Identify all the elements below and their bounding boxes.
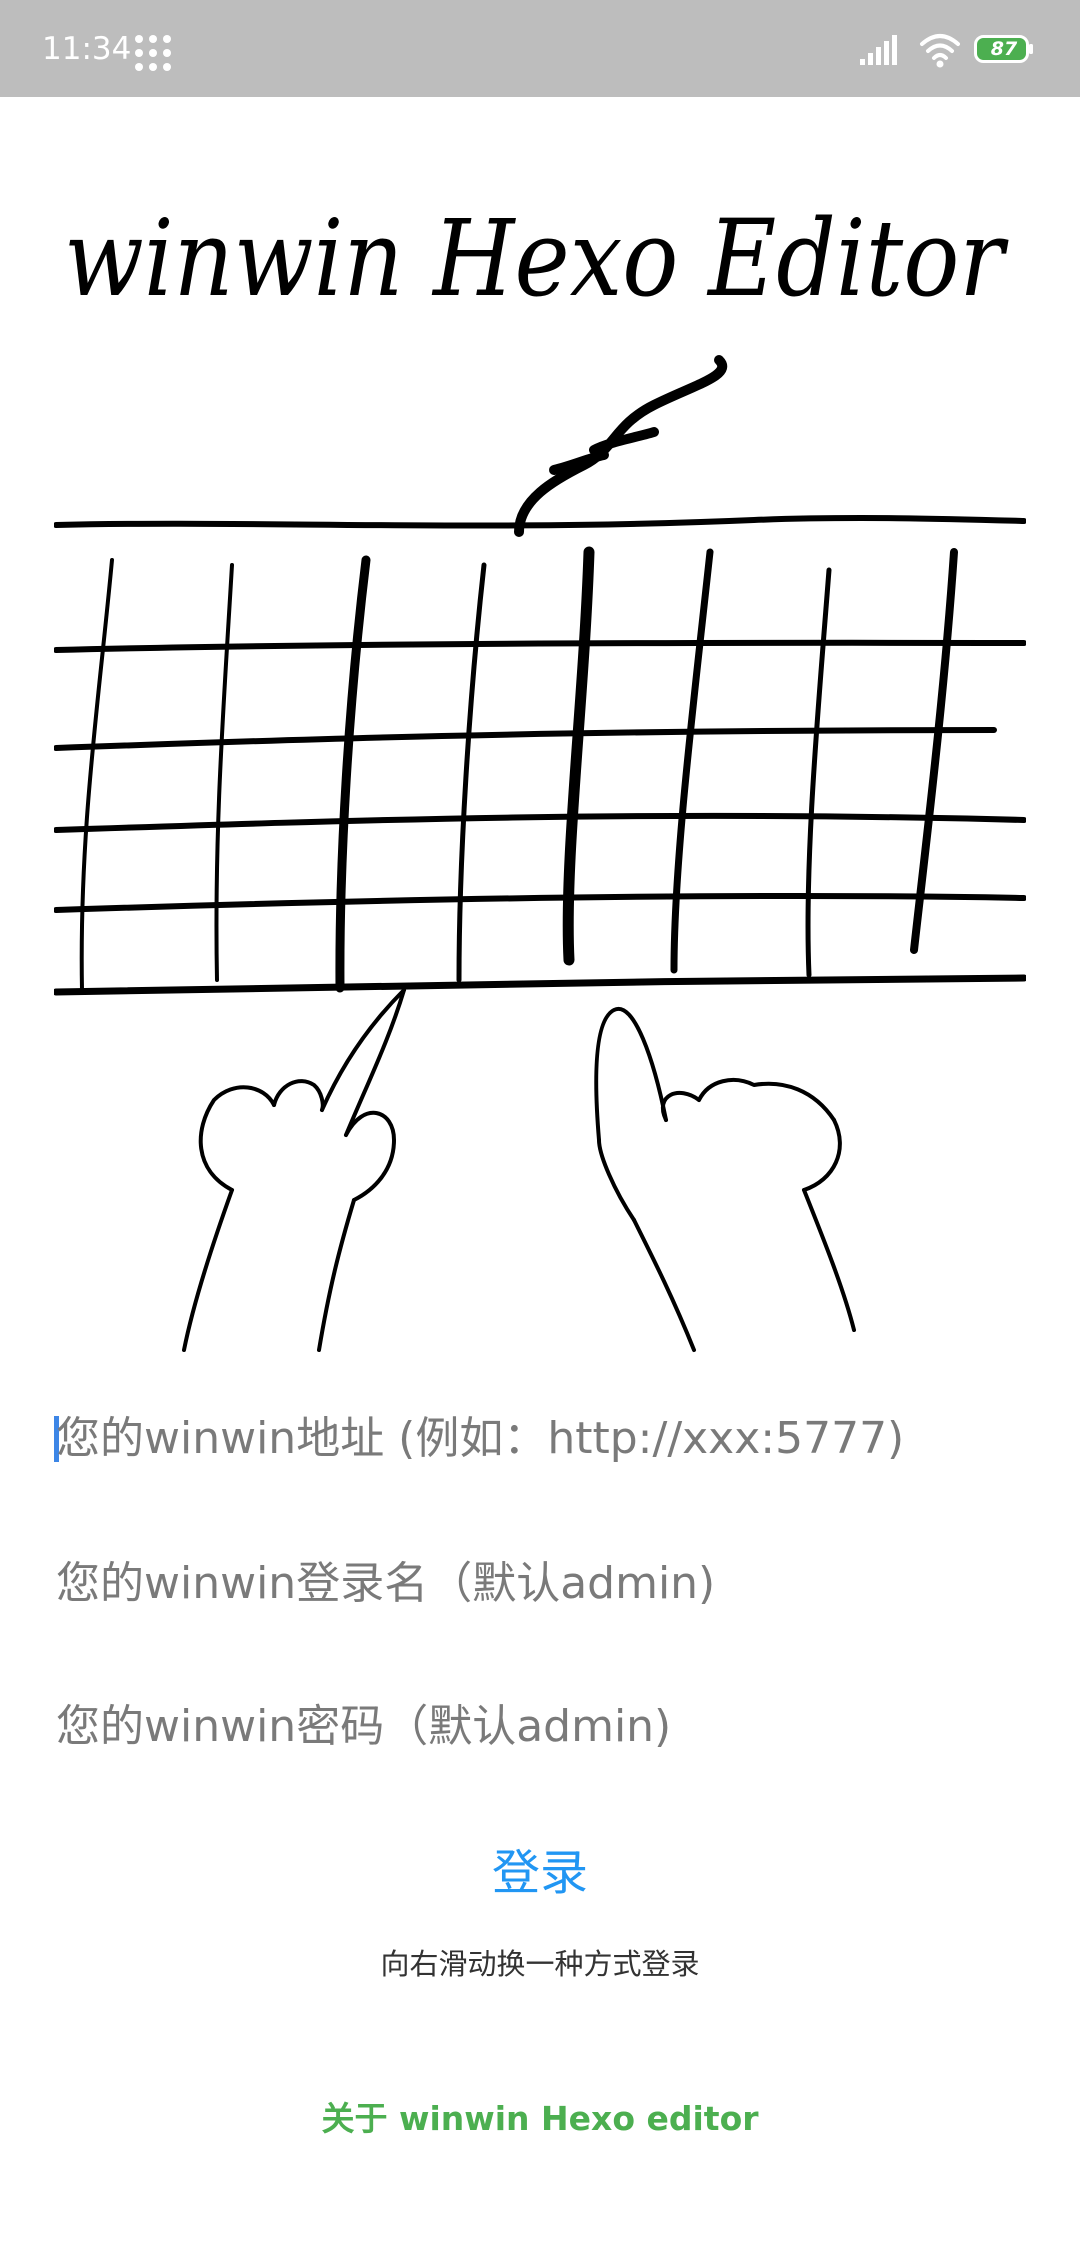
status-bar: 11:34 87 <box>0 0 1080 97</box>
server-url-input[interactable] <box>56 1398 1024 1478</box>
left-hand-drawing <box>182 988 406 1352</box>
about-link[interactable]: 关于 winwin Hexo editor <box>0 2097 1080 2141</box>
login-button[interactable]: 登录 <box>440 1832 640 1912</box>
hand-drawn-grid <box>54 515 1026 996</box>
battery-level: 87 <box>990 38 1018 60</box>
hero-heading: winwin Hexo Editor <box>64 197 1009 320</box>
username-input[interactable] <box>56 1543 1024 1623</box>
hero-illustration: winwin Hexo Editor <box>54 197 1026 1352</box>
battery-icon: 87 <box>974 35 1034 63</box>
status-time: 11:34 <box>42 31 132 67</box>
signal-icon <box>860 35 897 65</box>
wifi-icon <box>920 34 960 68</box>
password-input[interactable] <box>56 1686 1024 1766</box>
apps-grid-icon <box>135 35 171 71</box>
swipe-hint: 向右滑动换一种方式登录 <box>380 1947 700 1981</box>
scribble-ornament <box>514 355 728 537</box>
right-hand-drawing <box>594 1006 856 1352</box>
